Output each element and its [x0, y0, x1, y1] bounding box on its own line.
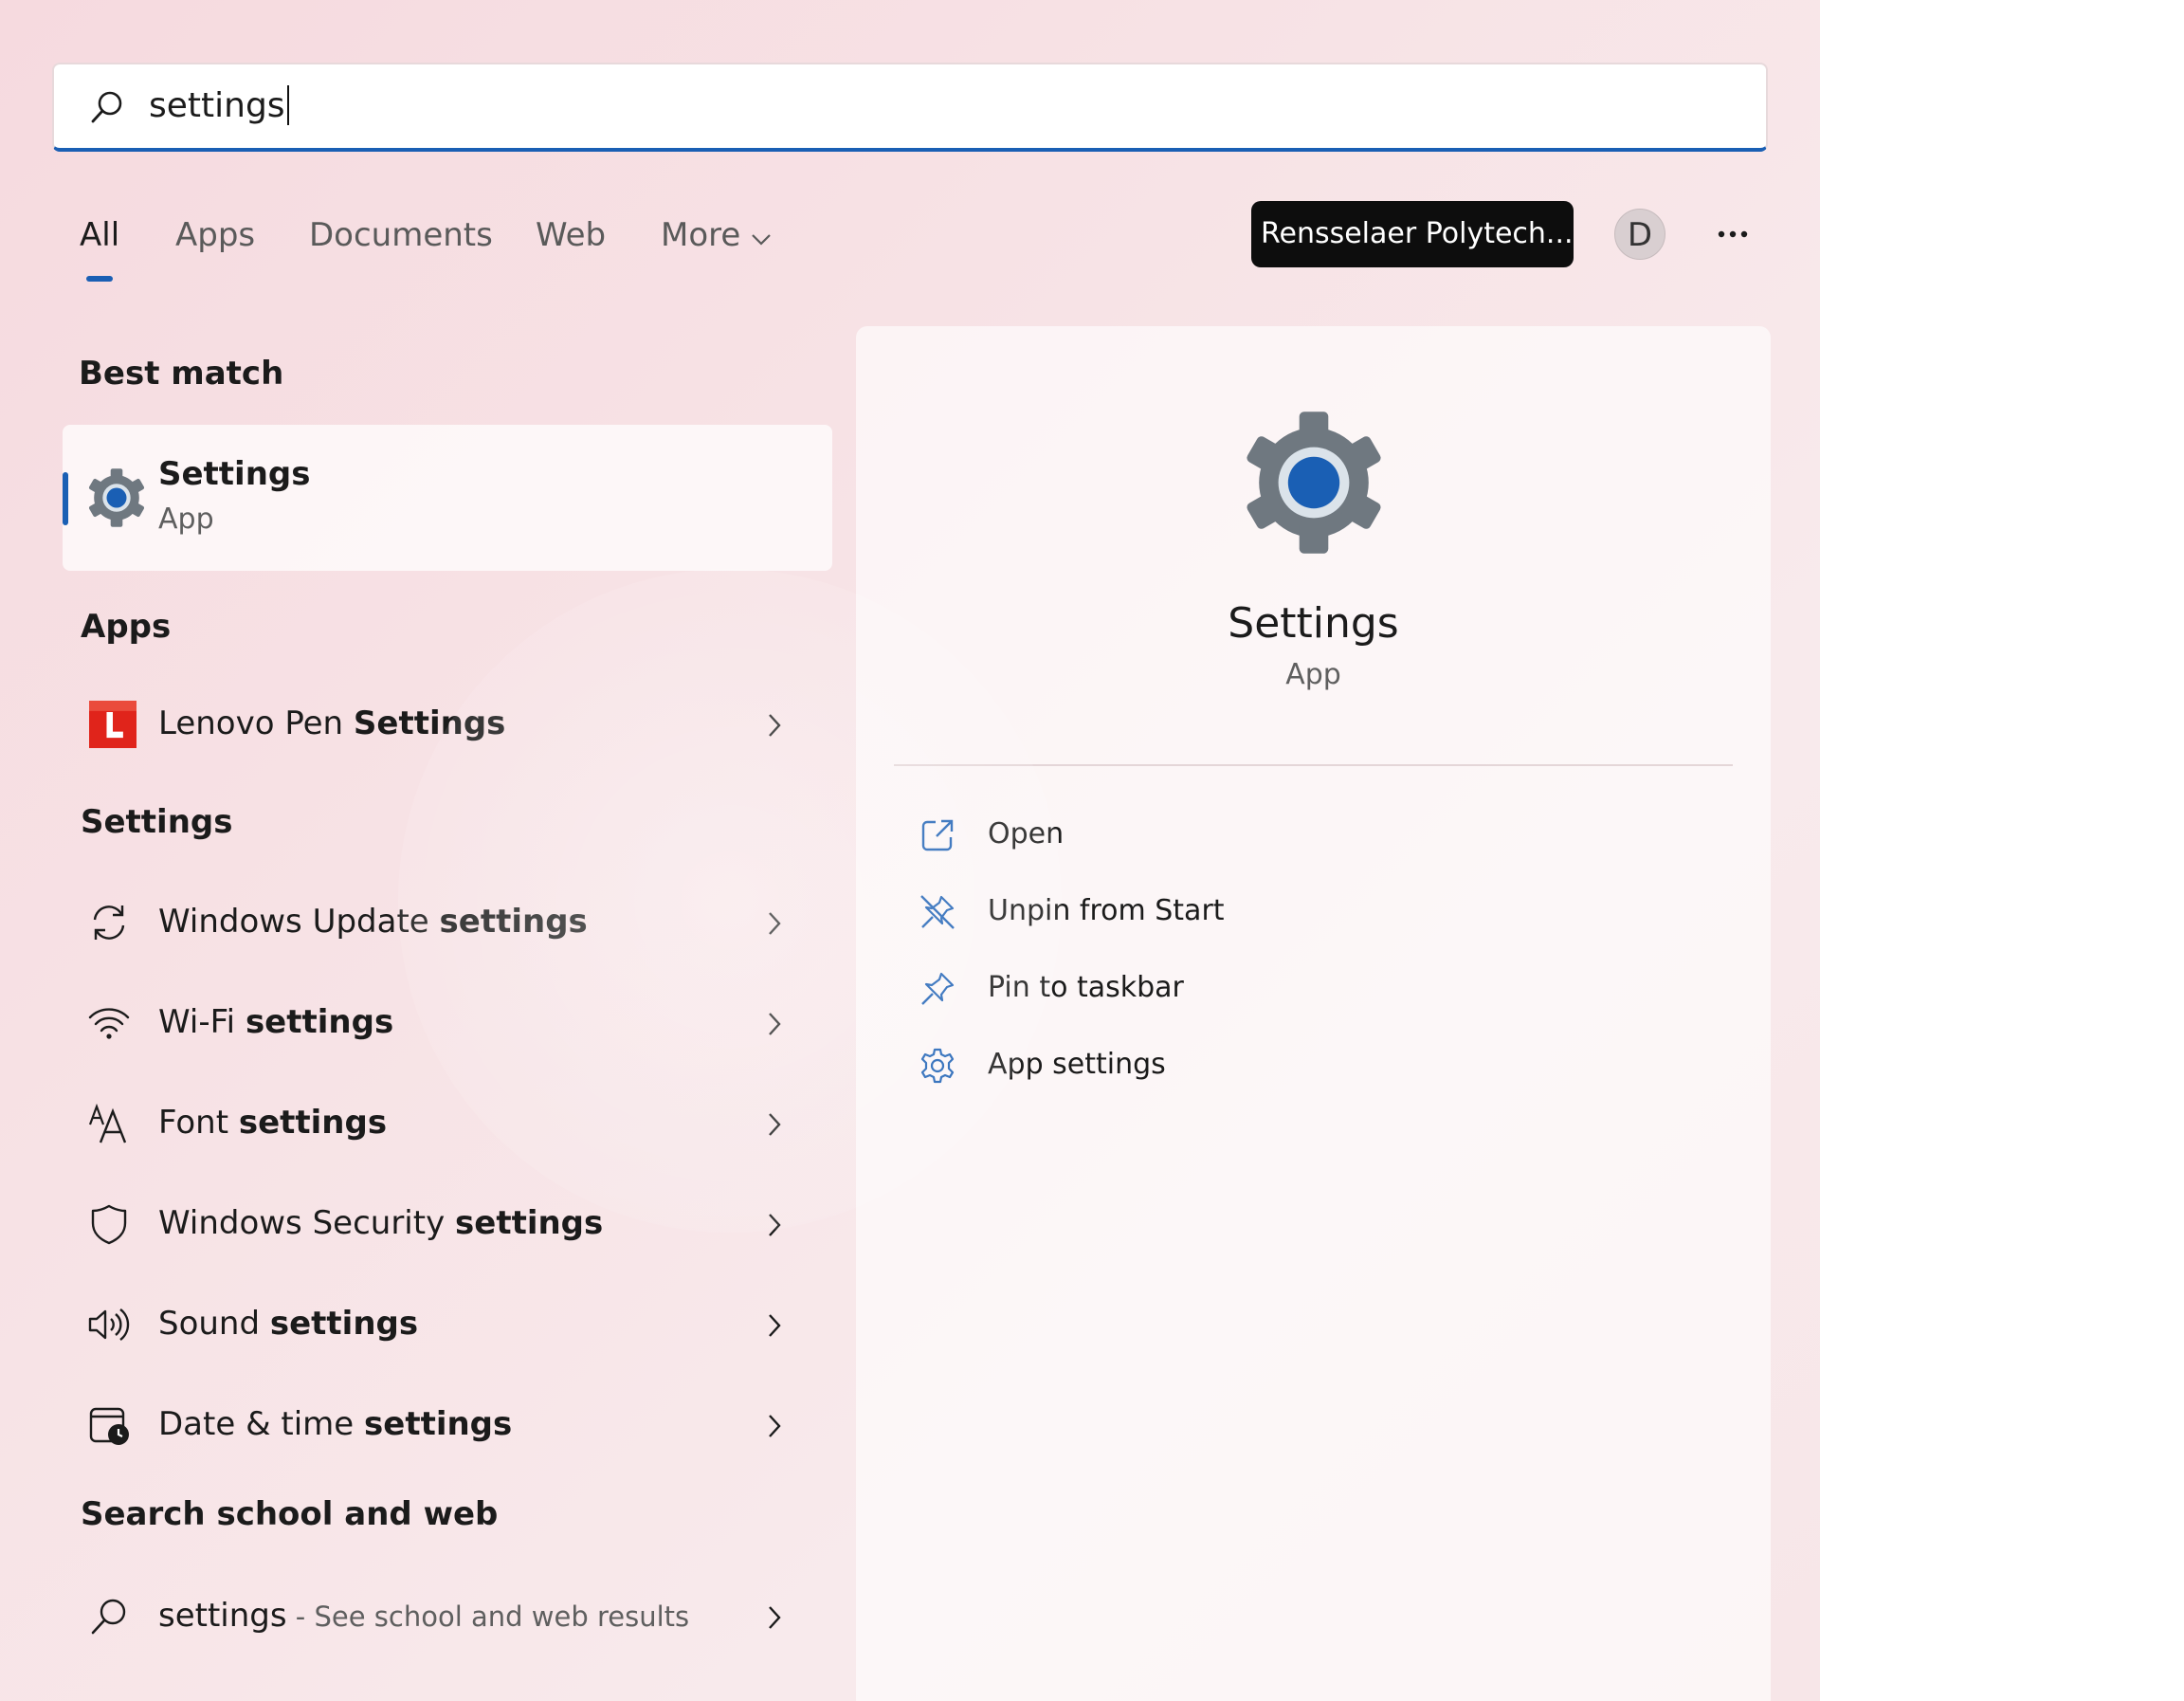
tab-web[interactable]: Web [536, 216, 606, 254]
list-item-label: Font settings [158, 1104, 388, 1142]
avatar[interactable]: D [1614, 209, 1665, 260]
search-panel: settings All Apps Documents Web More Ren… [0, 0, 1820, 1701]
tab-active-indicator [86, 276, 113, 282]
search-query-text: settings [149, 86, 285, 125]
pin-icon [921, 972, 955, 1005]
refresh-icon [93, 905, 125, 940]
search-icon [91, 91, 122, 123]
preview-app-name: Settings [1228, 599, 1399, 648]
chevron-right-icon[interactable] [766, 712, 783, 739]
list-item-label: Sound settings [158, 1305, 419, 1343]
font-icon [88, 1103, 127, 1143]
chevron-down-icon[interactable] [751, 233, 772, 247]
search-box[interactable]: settings [52, 63, 1768, 152]
section-title-search-school-web: Search school and web [81, 1495, 499, 1533]
list-item-windows-update-settings[interactable]: Windows Update settings [63, 882, 832, 965]
tab-apps[interactable]: Apps [175, 216, 255, 254]
list-item-label: Windows Update settings [158, 903, 588, 941]
open-external-icon [921, 819, 954, 851]
gear-icon [920, 1048, 955, 1084]
list-item-label: Wi-Fi settings [158, 1003, 394, 1041]
action-label: App settings [988, 1048, 1166, 1081]
chevron-right-icon[interactable] [766, 1413, 783, 1439]
tab-all[interactable]: All [80, 216, 119, 254]
best-match-name: Settings [158, 455, 311, 493]
list-item-label: Date & time settings [158, 1405, 513, 1443]
list-item-label: settings - See school and web results [158, 1597, 690, 1635]
list-item-date-time-settings[interactable]: Date & time settings [63, 1384, 832, 1468]
action-open[interactable]: Open [894, 802, 1652, 869]
calendar-clock-icon [89, 1407, 129, 1445]
tab-more[interactable]: More [661, 216, 740, 254]
web-result-hint: - See school and web results [286, 1600, 690, 1633]
unpin-icon [920, 895, 955, 929]
organization-badge[interactable]: Rensselaer Polytech... [1251, 201, 1574, 267]
wifi-icon [88, 1008, 130, 1039]
divider [894, 764, 1733, 766]
lenovo-pen-icon [89, 701, 136, 748]
chevron-right-icon[interactable] [766, 1212, 783, 1238]
action-label: Unpin from Start [988, 894, 1225, 927]
list-item-lenovo-pen-settings[interactable]: Lenovo Pen Settings [63, 684, 832, 767]
speaker-icon [88, 1308, 130, 1341]
list-item-windows-security-settings[interactable]: Windows Security settings [63, 1183, 832, 1267]
list-item-wifi-settings[interactable]: Wi-Fi settings [63, 982, 832, 1066]
text-caret [286, 85, 289, 125]
chevron-right-icon[interactable] [766, 1604, 783, 1631]
best-match-result[interactable]: Settings App [63, 425, 832, 571]
action-app-settings[interactable]: App settings [894, 1033, 1652, 1099]
settings-gear-icon [88, 468, 145, 527]
list-item-web-search[interactable]: settings - See school and web results [63, 1576, 832, 1659]
section-title-best-match: Best match [79, 355, 284, 393]
chevron-right-icon[interactable] [766, 910, 783, 937]
settings-gear-icon [1247, 412, 1381, 554]
preview-app-type: App [1285, 658, 1341, 691]
action-pin-to-taskbar[interactable]: Pin to taskbar [894, 956, 1652, 1022]
action-label: Open [988, 817, 1065, 850]
more-options-icon[interactable] [1714, 218, 1752, 250]
search-input[interactable]: settings [149, 64, 1665, 148]
tab-documents[interactable]: Documents [309, 216, 493, 254]
section-title-settings: Settings [81, 803, 233, 841]
preview-pane: Settings App Open Unpin from Start Pin t… [856, 326, 1771, 1701]
shield-icon [91, 1204, 127, 1245]
chevron-right-icon[interactable] [766, 1111, 783, 1138]
chevron-right-icon[interactable] [766, 1011, 783, 1037]
action-unpin-from-start[interactable]: Unpin from Start [894, 879, 1652, 945]
selection-indicator [63, 472, 68, 525]
list-item-label: Lenovo Pen Settings [158, 704, 506, 742]
section-title-apps: Apps [81, 608, 172, 646]
best-match-type: App [158, 503, 214, 536]
search-icon [91, 1599, 126, 1635]
action-label: Pin to taskbar [988, 971, 1184, 1004]
list-item-sound-settings[interactable]: Sound settings [63, 1284, 832, 1367]
list-item-label: Windows Security settings [158, 1204, 604, 1242]
list-item-font-settings[interactable]: Font settings [63, 1083, 832, 1166]
chevron-right-icon[interactable] [766, 1312, 783, 1339]
